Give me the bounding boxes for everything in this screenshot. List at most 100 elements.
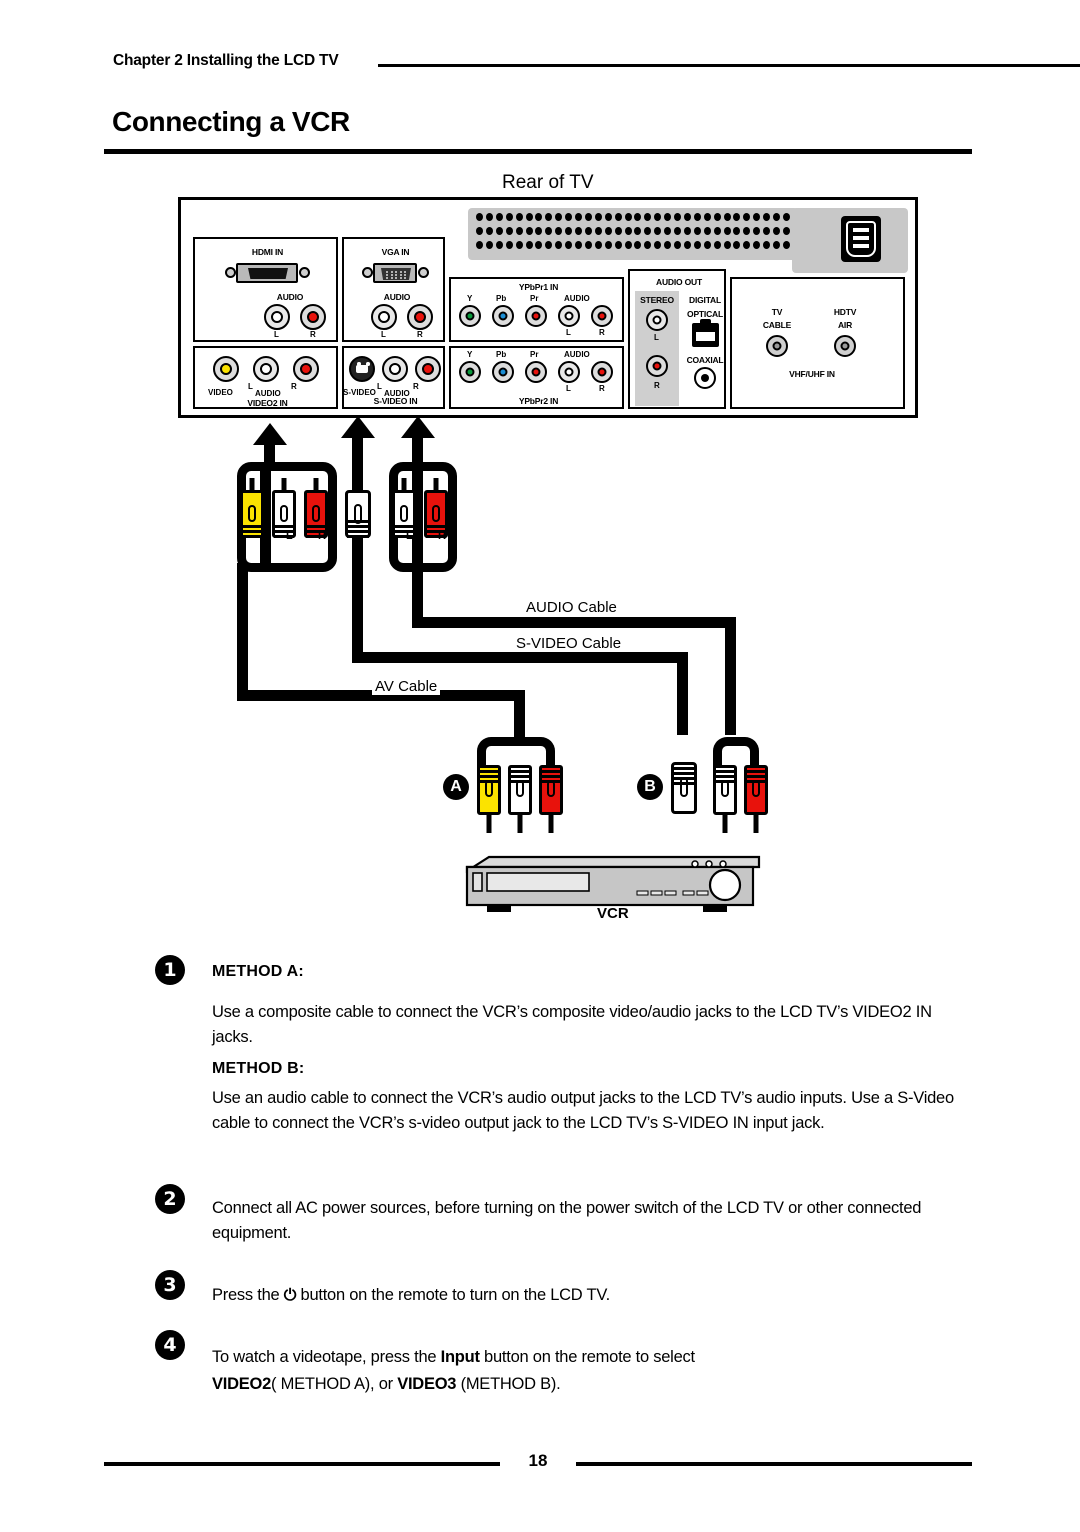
vga-in-label: VGA IN [381,247,410,257]
audio-top-l-label: L [406,530,413,542]
air-label: AIR [837,320,853,330]
ypbpr2-pb-jack [492,361,514,383]
vhf-uhf-in-label: VHF/UHF IN [789,369,835,379]
vga-connector [373,263,417,283]
video2-audio-l-jack [253,356,279,382]
step-4-text-b: ( METHOD A), or [271,1375,398,1393]
step-3-number: 3 [155,1270,185,1300]
vga-screw-right [418,267,429,278]
ypbpr1-audio-r-jack [591,305,613,327]
audio-cable-label: AUDIO Cable [523,599,620,616]
svideo-r-label: R [413,382,419,391]
ypbpr2-audio-label: AUDIO [564,350,590,359]
power-icon: ⏻ [283,1285,297,1304]
svideo-audio-r-jack [415,356,441,382]
step-2-text: Connect all AC power sources, before tur… [212,1199,922,1242]
step-2-number: 2 [155,1184,185,1214]
vcr-label: VCR [597,905,629,922]
audio-out-l-label: L [654,333,659,342]
av-cable-label: AV Cable [372,678,441,695]
tv-label: TV [771,307,783,317]
svideo-l-label: L [377,382,382,391]
coaxial-jack [694,367,716,389]
ypbpr1-label: YPbPr1 IN [518,282,559,292]
optical-port [692,319,719,347]
svideo-cable-label: S-VIDEO Cable [513,635,625,652]
hdmi-screw-left [225,267,236,278]
tv-rear-panel: HDMI IN AUDIO L R VGA IN AUDIO L R VIDEO… [178,197,918,418]
step-1-number: 1 [155,955,185,985]
chapter-label: Chapter 2 Installing the LCD TV [113,52,339,69]
power-inlet-housing [792,208,908,273]
audio-out-label: AUDIO OUT [656,277,702,287]
ypbpr1-l-label: L [566,328,571,337]
audio-out-r-jack [646,355,668,377]
marker-a: A [443,774,469,800]
video2-video-label: VIDEO [208,388,233,397]
vga-audio-r-label: R [417,330,423,339]
vga-audio-r-jack [407,304,433,330]
ypbpr2-pr-label: Pr [530,350,539,359]
manual-page: Chapter 2 Installing the LCD TV Connecti… [0,0,1080,1532]
stereo-label: STEREO [640,295,674,305]
method-a-label: METHOD A: [212,963,304,980]
hdmi-audio-l-label: L [274,330,279,339]
ypbpr2-l-label: L [566,384,571,393]
header-rule [378,64,1080,67]
vga-in-group: VGA IN AUDIO L R [342,237,445,342]
ypbpr1-r-label: R [599,328,605,337]
step-4-text-c: button on the remote to select [479,1348,695,1366]
hdmi-audio-r-jack [300,304,326,330]
hdtv-air-jack [834,335,856,357]
power-inlet [841,216,881,262]
svideo-in-group: S-VIDEO AUDIO L R S-VIDEO IN [342,346,445,409]
ypbpr2-in-group: Y Pb Pr AUDIO L R YPbPr2 IN [449,346,624,409]
hdtv-label: HDTV [833,307,857,317]
hdmi-in-group: HDMI IN AUDIO L R [193,237,338,342]
step-4-text-d: (METHOD B). [456,1375,561,1393]
tv-cable-jack [766,335,788,357]
ypbpr2-pr-jack [525,361,547,383]
video2-r-label: R [291,382,297,391]
digital-label: DIGITAL [689,295,721,305]
ypbpr1-pb-jack [492,305,514,327]
video2-in-label: VIDEO2 IN [247,398,288,408]
audio-out-l-jack [646,309,668,331]
page-header: Chapter 2 Installing the LCD TV [113,52,1080,78]
svideo-in-label: S-VIDEO IN [373,396,418,406]
step-3-text-before: Press the [212,1286,284,1304]
video2-audio-r-jack [293,356,319,382]
page-number: 18 [528,1451,548,1470]
video2-video-jack [213,356,239,382]
cable-label: CABLE [762,320,792,330]
method-b-label: METHOD B: [212,1060,305,1077]
hdmi-audio-r-label: R [310,330,316,339]
hdmi-audio-l-jack [264,304,290,330]
method-b-text: Use an audio cable to connect the VCR’s … [212,1089,954,1132]
rear-of-tv-label: Rear of TV [502,172,594,193]
input-button-name: Input [440,1348,480,1366]
marker-b: B [637,774,663,800]
svideo-audio-l-jack [382,356,408,382]
vga-audio-l-jack [371,304,397,330]
footer-rule-right [576,1462,972,1466]
ypbpr1-in-group: YPbPr1 IN Y Pb Pr AUDIO L R [449,277,624,342]
vga-screw-left [362,267,373,278]
ypbpr1-audio-label: AUDIO [564,294,590,303]
method-a-text: Use a composite cable to connect the VCR… [212,1003,932,1046]
vga-audio-l-label: L [381,330,386,339]
step-3-text: Press the ⏻ button on the remote to turn… [212,1282,952,1308]
title-rule [104,149,972,154]
ypbpr2-audio-l-jack [558,361,580,383]
ypbpr1-pr-jack [525,305,547,327]
vent-dots [476,213,792,255]
ypbpr2-label: YPbPr2 IN [518,396,559,406]
ypbpr1-y-label: Y [467,294,473,303]
ypbpr2-y-jack [459,361,481,383]
coaxial-label: COAXIAL [686,355,724,365]
video2-audio-label: AUDIO [255,389,281,398]
footer-rule-left [104,1462,500,1466]
optical-label: OPTICAL [687,309,723,319]
ypbpr2-audio-r-jack [591,361,613,383]
antenna-group: TV CABLE HDTV AIR VHF/UHF IN [730,277,905,409]
